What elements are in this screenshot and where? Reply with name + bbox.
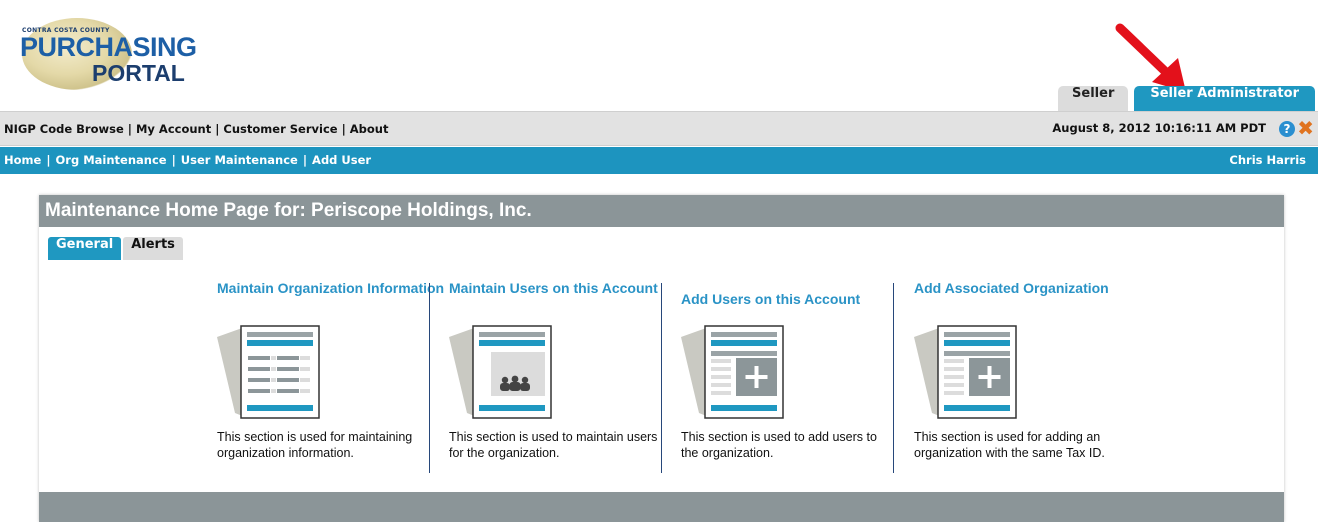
nav-link-nigp-code-browse[interactable]: NIGP Code Browse [4, 122, 124, 136]
card-divider [893, 283, 894, 473]
tab-seller-administrator[interactable]: Seller Administrator [1134, 86, 1315, 111]
card-description: This section is used to add users to the… [681, 430, 877, 460]
card-description: This section is used to maintain users f… [449, 430, 658, 460]
nav-link-customer-service[interactable]: Customer Service [223, 122, 337, 136]
nav-separator: | [341, 122, 346, 136]
card-title[interactable]: Add Associated Organization [914, 279, 1144, 297]
nav-link-about[interactable]: About [350, 122, 389, 136]
panel-footer [39, 492, 1284, 522]
nav-separator: | [302, 153, 308, 167]
nav-link-my-account[interactable]: My Account [136, 122, 211, 136]
card-title[interactable]: Maintain Organization Information [217, 279, 447, 297]
logo-purchasing-text: PURCHASING [20, 32, 197, 62]
add-document-icon[interactable] [681, 325, 786, 420]
nav-link-org-maintenance[interactable]: Org Maintenance [56, 153, 167, 167]
maintenance-panel: Maintenance Home Page for: Periscope Hol… [39, 195, 1284, 522]
card-maintain-organization[interactable]: Maintain Organization Information This s… [217, 277, 449, 497]
nav-separator: | [215, 122, 220, 136]
admin-nav-links: Home | Org Maintenance | User Maintenance | Ad… [4, 153, 371, 167]
card-add-users[interactable]: Add Users on this Account This section i… [681, 277, 913, 497]
role-tabs: Seller Seller Administrator [1058, 86, 1315, 111]
card-divider [661, 283, 662, 473]
users-document-icon[interactable] [449, 325, 554, 420]
logo-portal-text: PORTAL [92, 60, 185, 86]
top-nav-bar: NIGP Code Browse | My Account | Customer Ser… [0, 111, 1318, 146]
card-description: This section is used for adding an organ… [914, 430, 1105, 460]
section-tabs: General Alerts [48, 237, 183, 260]
add-document-icon[interactable] [914, 325, 1019, 420]
close-icon[interactable]: ✖ [1297, 118, 1314, 138]
tab-seller[interactable]: Seller [1058, 86, 1129, 111]
nav-link-add-user[interactable]: Add User [312, 153, 371, 167]
card-maintain-users[interactable]: Maintain Users on this Account This sect… [449, 277, 681, 497]
purchasing-portal-logo[interactable]: CONTRA COSTA COUNTY PURCHASING PORTAL [14, 14, 204, 90]
nav-link-home[interactable]: Home [4, 153, 41, 167]
tab-alerts[interactable]: Alerts [123, 237, 183, 260]
page-title: Maintenance Home Page for: Periscope Hol… [39, 195, 1284, 227]
card-title[interactable]: Add Users on this Account [681, 290, 911, 308]
nav-separator: | [127, 122, 132, 136]
document-list-icon[interactable] [217, 325, 322, 420]
red-arrow-icon [1115, 23, 1186, 92]
card-description: This section is used for maintaining org… [217, 430, 413, 460]
nav-separator: | [46, 153, 51, 167]
tab-general[interactable]: General [48, 237, 122, 260]
current-user-name: Chris Harris [1229, 153, 1306, 167]
card-title[interactable]: Maintain Users on this Account [449, 279, 679, 297]
current-datetime: August 8, 2012 10:16:11 AM PDT [1052, 121, 1266, 135]
help-icon[interactable]: ? [1279, 121, 1295, 137]
card-divider [429, 283, 430, 473]
top-nav-links: NIGP Code Browse | My Account | Customer Ser… [4, 122, 388, 136]
nav-separator: | [171, 153, 176, 167]
nav-link-user-maintenance[interactable]: User Maintenance [181, 153, 298, 167]
card-add-associated-organization[interactable]: Add Associated Organization This section… [914, 277, 1146, 497]
admin-nav-bar: Home | Org Maintenance | User Maintenance | Ad… [0, 147, 1318, 174]
